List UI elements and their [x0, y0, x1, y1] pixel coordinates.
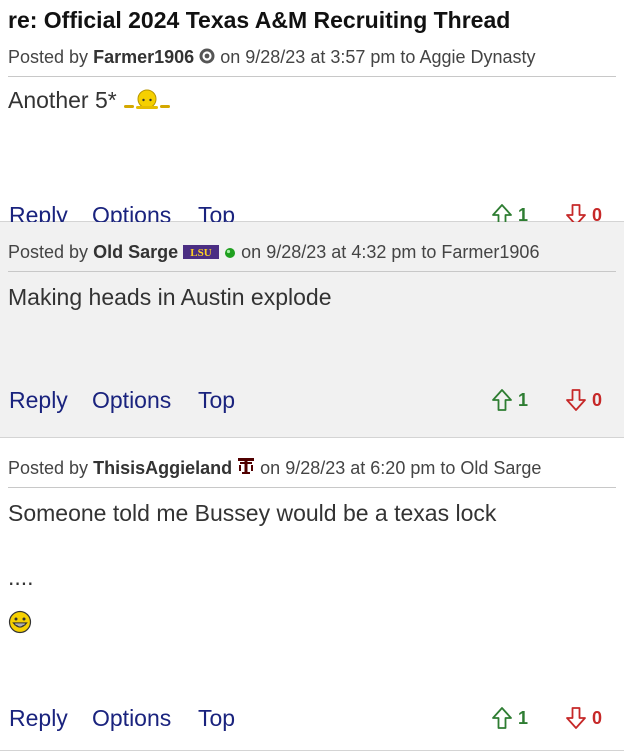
post-meta: Posted by Farmer1906 on 9/28/23 at 3:57 … [8, 35, 616, 78]
post-body: Another 5* [0, 77, 624, 117]
at-label: at [350, 458, 366, 478]
posted-by-label: Posted by [8, 458, 89, 478]
author-link[interactable]: Old Sarge [93, 242, 178, 262]
posted-by-label: Posted by [8, 47, 89, 67]
downvote-button[interactable]: 0 [566, 702, 602, 734]
to-label: to [440, 458, 456, 478]
post-line: Another 5* [8, 87, 117, 114]
reply-to-link[interactable]: Farmer1906 [441, 242, 539, 262]
shield-badge-icon [199, 46, 215, 70]
at-label: at [331, 242, 347, 262]
post-actions: Reply Options Top 1 0 [0, 384, 624, 416]
upvote-button[interactable]: 1 [492, 702, 528, 734]
bowing-smiley-emoji [123, 87, 171, 117]
options-button[interactable]: Options [92, 702, 171, 734]
upvote-button[interactable]: 1 [492, 384, 528, 416]
downvote-count: 0 [592, 390, 603, 410]
grinning-emoji [8, 610, 616, 641]
post-3: Posted by ThisisAggieland on 9/28/23 at … [0, 438, 624, 751]
top-button[interactable]: Top [198, 384, 235, 416]
on-label: on [260, 458, 281, 478]
at-label: at [310, 47, 326, 67]
to-label: to [421, 242, 437, 262]
post-time: 3:57 pm [330, 47, 396, 67]
downvote-count: 0 [592, 708, 603, 728]
arrow-down-icon [566, 707, 586, 729]
post-line: Making heads in Austin explode [8, 284, 332, 311]
reply-to-link[interactable]: Old Sarge [460, 458, 541, 478]
post-time: 6:20 pm [370, 458, 436, 478]
post-meta: Posted by ThisisAggieland on 9/28/23 at … [8, 438, 616, 489]
post-body: Making heads in Austin explode [0, 272, 624, 312]
lsu-logo-icon: LSU [183, 241, 220, 265]
upvote-count: 1 [518, 708, 529, 728]
post-line: Someone told me Bussey would be a texas … [8, 500, 497, 527]
thread-title: re: Official 2024 Texas A&M Recruiting T… [8, 7, 511, 33]
arrow-down-icon [566, 389, 586, 411]
arrow-up-icon [492, 389, 512, 411]
reply-button[interactable]: Reply [9, 702, 68, 734]
author-link[interactable]: Farmer1906 [93, 47, 194, 67]
post-1: Posted by Farmer1906 on 9/28/23 at 3:57 … [0, 35, 624, 228]
green-dot-icon [224, 241, 236, 265]
post-time: 4:32 pm [351, 242, 417, 262]
upvote-count: 1 [518, 390, 529, 410]
post-line: .... [8, 564, 34, 591]
post-date: 9/28/23 [266, 242, 327, 262]
svg-text:LSU: LSU [190, 247, 211, 259]
post-date: 9/28/23 [245, 47, 306, 67]
post-meta: Posted by Old Sarge LSU on 9/28/23 at 4:… [8, 222, 616, 273]
options-button[interactable]: Options [92, 384, 171, 416]
atm-logo-icon [237, 457, 255, 481]
to-label: to [400, 47, 416, 67]
on-label: on [220, 47, 241, 67]
arrow-up-icon [492, 707, 512, 729]
posted-by-label: Posted by [8, 242, 89, 262]
author-link[interactable]: ThisisAggieland [93, 458, 232, 478]
post-date: 9/28/23 [285, 458, 346, 478]
post-body: Someone told me Bussey would be a texas … [0, 488, 624, 641]
post-2: Posted by Old Sarge LSU on 9/28/23 at 4:… [0, 222, 624, 438]
on-label: on [241, 242, 262, 262]
post-actions: Reply Options Top 1 0 [0, 702, 624, 734]
top-button[interactable]: Top [198, 702, 235, 734]
reply-button[interactable]: Reply [9, 384, 68, 416]
reply-to-link[interactable]: Aggie Dynasty [419, 47, 535, 67]
downvote-button[interactable]: 0 [566, 384, 602, 416]
